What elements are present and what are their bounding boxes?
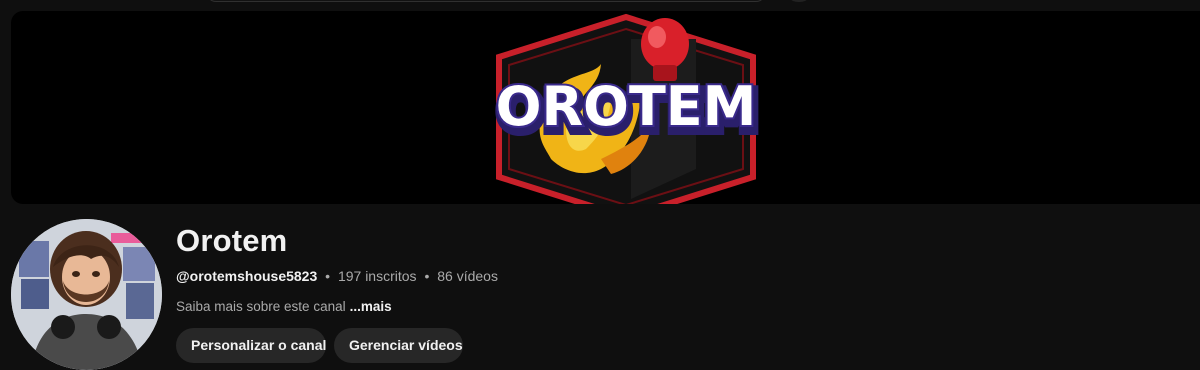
avatar[interactable] — [11, 219, 162, 370]
channel-handle: @orotemshouse5823 — [176, 268, 318, 284]
channel-page: OROTEM OROTEM Orotem @orotemshouse5823 •… — [0, 0, 1200, 370]
meta-separator: • — [424, 268, 430, 284]
customize-channel-button[interactable]: Personalizar o canal — [176, 328, 326, 363]
about-link[interactable]: Saiba mais sobre este canal ...mais — [176, 299, 392, 314]
subscriber-count: 197 inscritos — [337, 268, 417, 284]
channel-logo: OROTEM OROTEM — [481, 11, 771, 204]
manage-videos-button[interactable]: Gerenciar vídeos — [334, 328, 463, 363]
channel-meta: @orotemshouse5823 • 197 inscritos • 86 v… — [176, 268, 498, 284]
logo-text: OROTEM — [496, 75, 757, 138]
about-text: Saiba mais sobre este canal — [176, 299, 346, 314]
channel-banner: OROTEM OROTEM — [11, 11, 1200, 204]
channel-name: Orotem — [176, 223, 288, 258]
about-more[interactable]: ...mais — [350, 299, 392, 314]
video-count: 86 vídeos — [437, 268, 498, 284]
search-bar[interactable] — [206, 0, 766, 2]
meta-separator: • — [325, 268, 331, 284]
top-bar — [0, 0, 1200, 10]
voice-search-button[interactable] — [786, 0, 812, 2]
